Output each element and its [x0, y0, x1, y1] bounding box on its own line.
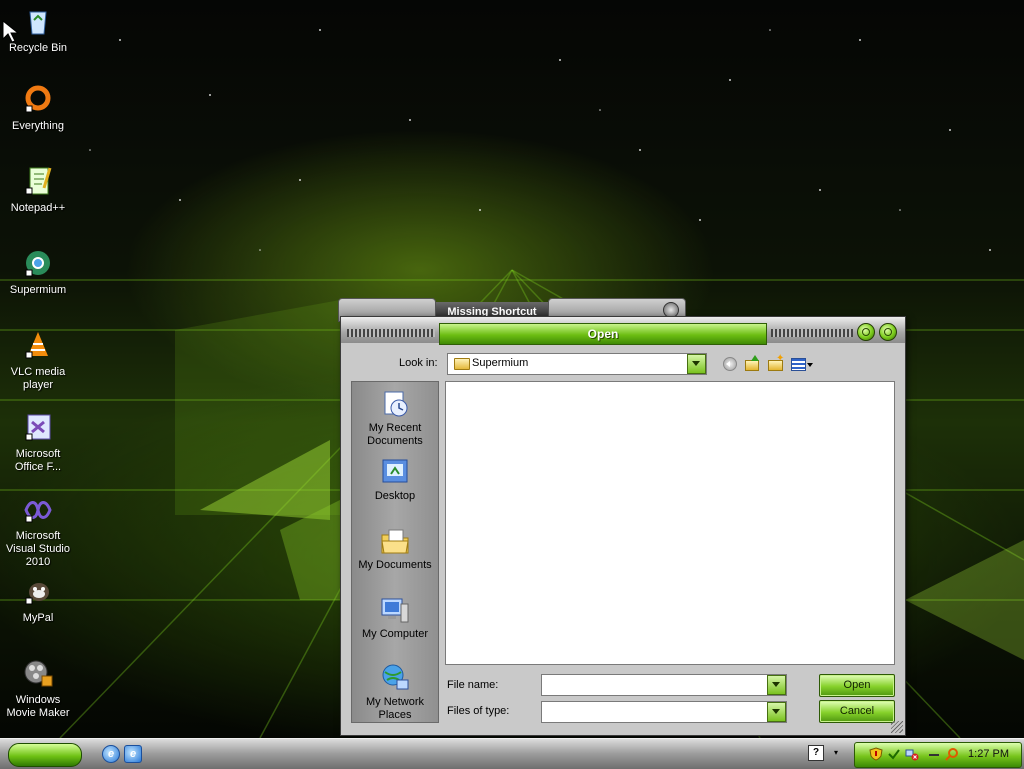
my-documents-icon	[379, 525, 411, 557]
views-menu-icon[interactable]	[791, 355, 815, 373]
everything-icon	[22, 84, 54, 116]
folder-icon	[454, 358, 470, 370]
chevron-down-icon[interactable]	[687, 354, 706, 374]
desktop-icon-label: Supermium	[9, 284, 67, 296]
desktop-icon-label: MyPal	[22, 612, 54, 624]
mouse-cursor-icon	[2, 20, 20, 43]
look-in-dropdown[interactable]: Supermium	[447, 353, 707, 375]
clock[interactable]: 1:27 PM	[968, 748, 1009, 760]
network-disconnected-icon[interactable]	[905, 747, 919, 761]
desktop-icon-label: VLC media player	[10, 366, 66, 391]
files-of-type-dropdown[interactable]	[541, 701, 787, 723]
desktop-icon-label: Everything	[12, 120, 64, 132]
desktop-icon-label: Microsoft Visual Studio 2010	[5, 530, 70, 568]
close-title-button[interactable]	[879, 323, 897, 341]
place-label: My Computer	[361, 628, 429, 640]
start-button[interactable]	[8, 743, 82, 767]
places-bar: My Recent Documents Desktop My Documents…	[351, 381, 439, 723]
recent-documents-icon	[379, 388, 411, 420]
titlebar-grill-right	[771, 329, 853, 337]
internet-explorer-icon[interactable]: e	[102, 745, 120, 763]
desktop-icon-label: Windows Movie Maker	[6, 694, 70, 719]
desktop-icon-label: Microsoft Office F...	[14, 448, 62, 473]
titlebar-grill-left	[347, 329, 435, 337]
place-network-places[interactable]: My Network Places	[352, 662, 438, 722]
resize-grip[interactable]	[891, 721, 903, 733]
mypal-icon	[22, 576, 54, 608]
open-dialog: Open Look in: Supermium My Recent Docume…	[340, 316, 906, 736]
minus-icon[interactable]	[927, 747, 941, 761]
checkmark-icon[interactable]	[887, 747, 901, 761]
system-tray: 1:27 PM	[854, 742, 1022, 768]
desktop-icon-visual-studio[interactable]: Microsoft Visual Studio 2010	[0, 494, 76, 569]
place-desktop[interactable]: Desktop	[352, 456, 438, 503]
place-my-documents[interactable]: My Documents	[352, 525, 438, 572]
file-list[interactable]	[445, 381, 895, 665]
desktop-icon-notepadpp[interactable]: Notepad++	[0, 166, 76, 215]
files-of-type-label: Files of type:	[447, 705, 510, 717]
look-in-value: Supermium	[472, 357, 529, 369]
up-folder-icon[interactable]	[743, 355, 761, 373]
place-label: My Documents	[358, 559, 432, 571]
place-label: My Recent Documents	[367, 422, 423, 447]
search-icon[interactable]	[945, 747, 959, 761]
file-name-label: File name:	[447, 679, 499, 691]
ie-quicklaunch-icon[interactable]: e	[124, 745, 142, 763]
look-in-label: Look in:	[399, 357, 438, 369]
network-places-icon	[379, 662, 411, 694]
place-recent-documents[interactable]: My Recent Documents	[352, 388, 438, 448]
taskbar: e e ? ▾ 1:27 PM	[0, 738, 1024, 769]
vlc-icon	[22, 330, 54, 362]
place-label: Desktop	[374, 490, 416, 502]
desktop-icon-everything[interactable]: Everything	[0, 84, 76, 133]
desktop-icon-label: Notepad++	[10, 202, 66, 214]
chevron-down-icon[interactable]	[767, 675, 786, 695]
new-folder-icon[interactable]	[767, 353, 785, 373]
desktop-icon-movie-maker[interactable]: Windows Movie Maker	[0, 658, 76, 720]
desktop-icon-supermium[interactable]: Supermium	[0, 248, 76, 297]
file-name-field[interactable]	[541, 674, 787, 696]
visual-studio-icon	[22, 494, 54, 526]
desktop-icon	[379, 456, 411, 488]
chevron-down-icon[interactable]: ▾	[834, 748, 838, 757]
back-icon[interactable]	[721, 355, 739, 373]
notepadpp-icon	[22, 166, 54, 198]
desktop-icon-vlc[interactable]: VLC media player	[0, 330, 76, 392]
chevron-down-icon[interactable]	[767, 702, 786, 722]
dialog-title: Open	[439, 323, 767, 345]
my-computer-icon	[379, 594, 411, 626]
recycle-bin-icon	[22, 6, 54, 38]
place-my-computer[interactable]: My Computer	[352, 594, 438, 641]
desktop-icon-office[interactable]: Microsoft Office F...	[0, 412, 76, 474]
dialog-titlebar[interactable]: Open	[341, 317, 905, 345]
desktop-icon-mypal[interactable]: MyPal	[0, 576, 76, 625]
office-icon	[22, 412, 54, 444]
help-title-button[interactable]	[857, 323, 875, 341]
cancel-button[interactable]: Cancel	[819, 700, 895, 723]
supermium-icon	[22, 248, 54, 280]
place-label: My Network Places	[365, 696, 425, 721]
open-button[interactable]: Open	[819, 674, 895, 697]
security-shield-icon[interactable]	[869, 747, 883, 761]
help-icon[interactable]: ?	[808, 745, 824, 761]
movie-maker-icon	[22, 658, 54, 690]
